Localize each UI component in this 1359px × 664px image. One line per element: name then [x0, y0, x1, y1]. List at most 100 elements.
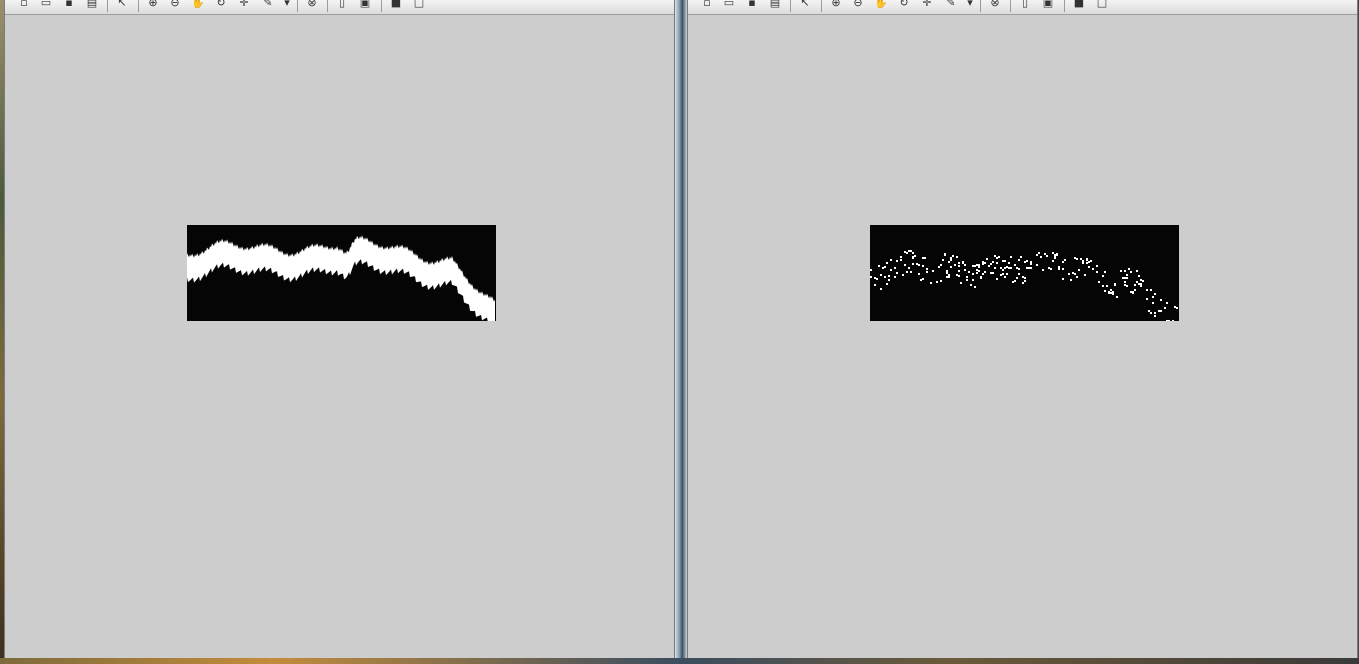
signal-point [910, 250, 912, 252]
signal-point [1044, 253, 1046, 255]
toolbar-separator [327, 0, 328, 12]
signal-point [890, 259, 892, 261]
signal-point [916, 263, 918, 265]
signal-point [996, 278, 998, 280]
signal-point [1110, 292, 1112, 294]
signal-band [187, 235, 495, 321]
signal-point [906, 252, 908, 254]
new-figure-icon[interactable]: ▫ [17, 0, 31, 10]
signal-point [1010, 267, 1012, 269]
open-file-icon[interactable]: ▭ [39, 0, 53, 10]
signal-point [958, 265, 960, 267]
signal-point [1124, 270, 1126, 272]
edit-plot-arrow-icon[interactable]: ↖ [115, 0, 129, 10]
print-figure-icon[interactable]: ▤ [85, 0, 99, 10]
signal-point [972, 265, 974, 267]
signal-point [950, 257, 952, 259]
open-file-icon[interactable]: ▭ [722, 0, 736, 10]
signal-point [1056, 253, 1058, 255]
signal-point [1000, 274, 1002, 276]
signal-point [1024, 280, 1026, 282]
signal-point [1132, 291, 1134, 293]
signal-point [1140, 279, 1142, 281]
signal-point [1138, 275, 1140, 277]
edit-plot-arrow-icon[interactable]: ↖ [798, 0, 812, 10]
signal-point [1112, 291, 1114, 293]
rotate-3d-icon[interactable]: ↻ [214, 0, 228, 10]
left-image-axes[interactable] [187, 225, 496, 321]
signal-point [994, 255, 996, 257]
brush-icon[interactable]: ✎ [944, 0, 958, 10]
signal-point [878, 265, 880, 267]
pan-hand-icon[interactable]: ✋ [191, 0, 205, 10]
signal-point [938, 266, 940, 268]
signal-point [1002, 269, 1004, 271]
insert-colorbar-icon[interactable]: ▯ [335, 0, 349, 10]
signal-point [888, 279, 890, 281]
signal-point [1126, 274, 1128, 276]
signal-point [918, 264, 920, 266]
signal-point [1174, 306, 1176, 308]
link-plot-icon[interactable]: ⊗ [305, 0, 319, 10]
signal-point [1098, 281, 1100, 283]
signal-point [1036, 264, 1038, 266]
signal-point [1062, 268, 1064, 270]
print-figure-icon[interactable]: ▤ [768, 0, 782, 10]
hide-plot-tools-icon[interactable]: ■ [389, 0, 403, 10]
signal-point [1022, 276, 1024, 278]
right-image-axes[interactable] [870, 225, 1179, 321]
save-figure-icon[interactable]: ▪ [745, 0, 759, 10]
signal-point [1120, 270, 1122, 272]
pan-hand-icon[interactable]: ✋ [874, 0, 888, 10]
zoom-out-icon[interactable]: ⊖ [851, 0, 865, 10]
show-plot-tools-icon[interactable]: □ [1095, 0, 1109, 10]
signal-point [958, 275, 960, 277]
signal-point [1040, 256, 1042, 258]
signal-point [952, 255, 954, 257]
signal-point [870, 276, 872, 278]
insert-legend-icon[interactable]: ▣ [358, 0, 372, 10]
signal-point [1124, 284, 1126, 286]
brush-dropdown-icon[interactable]: ▾ [963, 0, 977, 10]
brush-dropdown-icon[interactable]: ▾ [280, 0, 294, 10]
signal-point [1076, 276, 1078, 278]
signal-point [1078, 269, 1080, 271]
brush-icon[interactable]: ✎ [261, 0, 275, 10]
rotate-3d-icon[interactable]: ↻ [897, 0, 911, 10]
zoom-in-icon[interactable]: ⊕ [146, 0, 160, 10]
insert-legend-icon[interactable]: ▣ [1041, 0, 1055, 10]
show-plot-tools-icon[interactable]: □ [412, 0, 426, 10]
signal-point [998, 256, 1000, 258]
signal-point [996, 262, 998, 264]
save-figure-icon[interactable]: ▪ [62, 0, 76, 10]
signal-point [1126, 277, 1128, 279]
signal-point [964, 264, 966, 266]
signal-point [974, 286, 976, 288]
signal-point [1074, 257, 1076, 259]
signal-point [1104, 271, 1106, 273]
signal-point [920, 279, 922, 281]
signal-point [1058, 268, 1060, 270]
signal-point [1110, 289, 1112, 291]
signal-point [966, 276, 968, 278]
signal-point [976, 272, 978, 274]
signal-point [1018, 259, 1020, 261]
zoom-out-icon[interactable]: ⊖ [168, 0, 182, 10]
signal-point [948, 274, 950, 276]
signal-point [1062, 278, 1064, 280]
hide-plot-tools-icon[interactable]: ■ [1072, 0, 1086, 10]
signal-point [912, 252, 914, 254]
signal-point [1154, 293, 1156, 295]
zoom-in-icon[interactable]: ⊕ [829, 0, 843, 10]
link-plot-icon[interactable]: ⊗ [988, 0, 1002, 10]
data-cursor-icon[interactable]: ✛ [920, 0, 934, 10]
signal-point [956, 256, 958, 258]
new-figure-icon[interactable]: ▫ [700, 0, 714, 10]
data-cursor-icon[interactable]: ✛ [237, 0, 251, 10]
signal-point [1152, 302, 1154, 304]
signal-point [926, 268, 928, 270]
signal-point [922, 278, 924, 280]
insert-colorbar-icon[interactable]: ▯ [1018, 0, 1032, 10]
signal-point [1114, 284, 1116, 286]
signal-point [1086, 259, 1088, 261]
